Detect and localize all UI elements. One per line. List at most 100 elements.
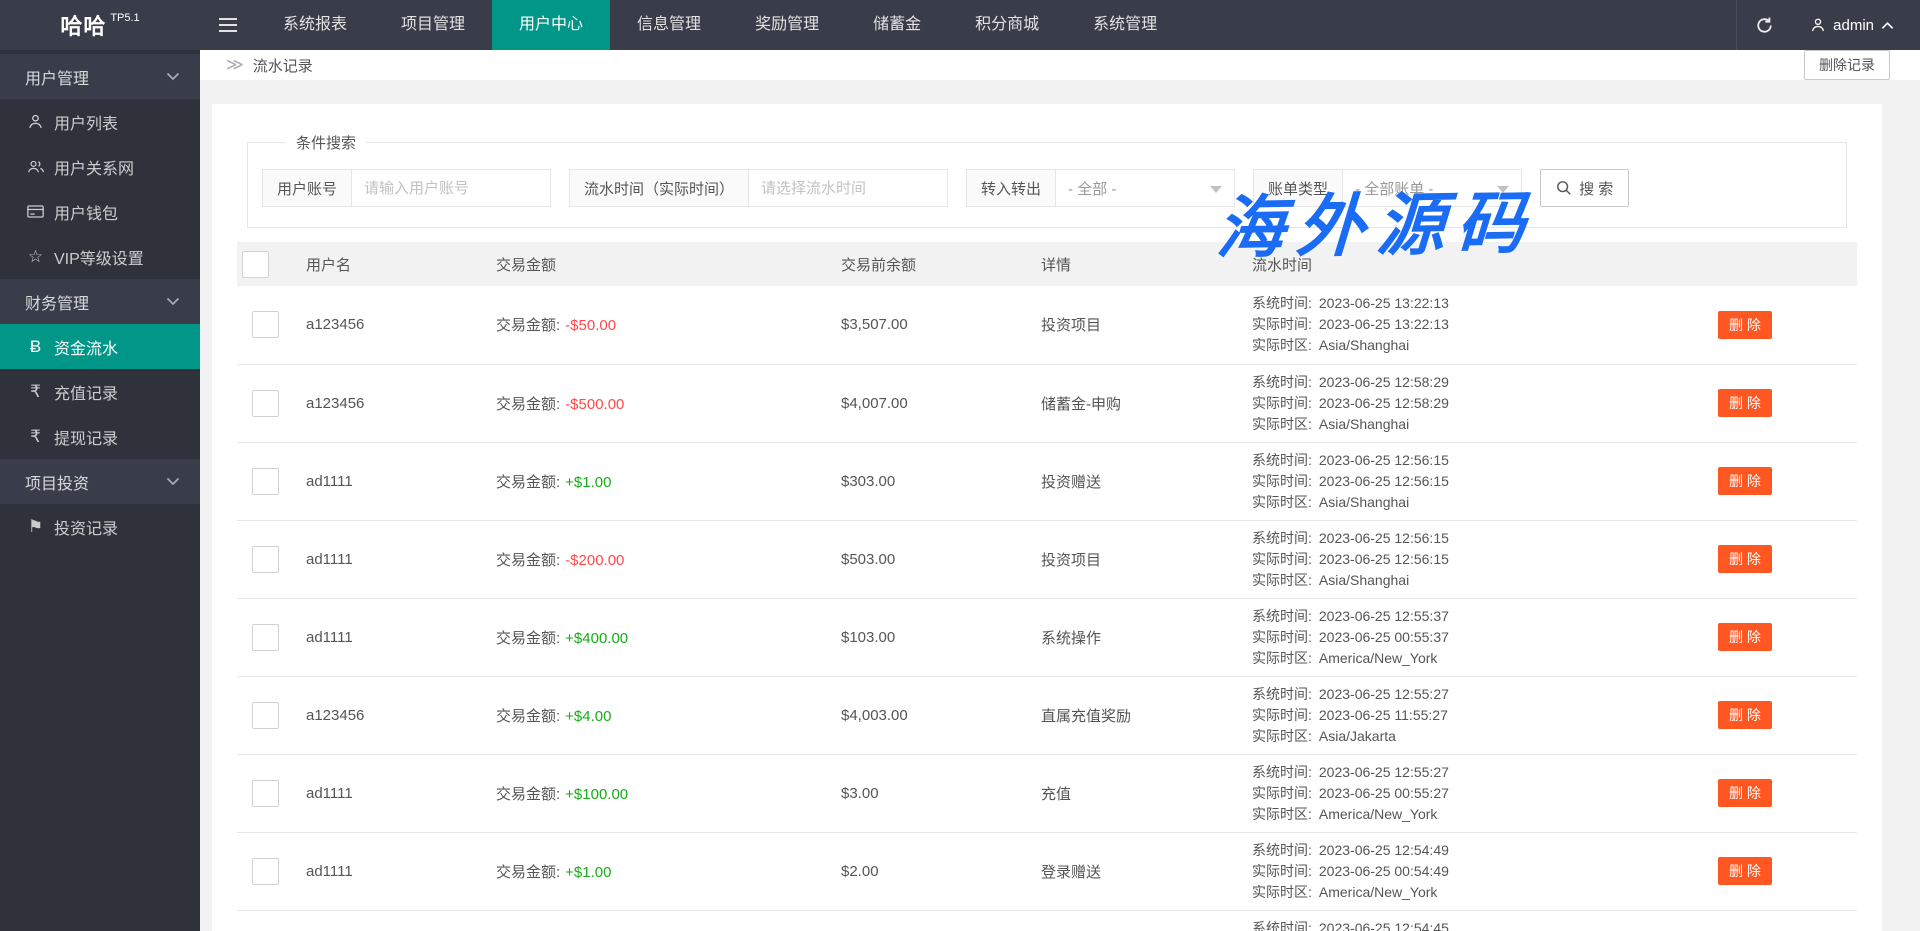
- timezone-label: 实际时区:: [1252, 728, 1312, 744]
- nav-item-5[interactable]: 奖励管理: [728, 0, 846, 50]
- select-all-checkbox[interactable]: [242, 251, 269, 278]
- time-label: 流水时间（实际时间）: [569, 169, 748, 207]
- time-input[interactable]: [748, 169, 948, 207]
- delete-button[interactable]: 删 除: [1718, 701, 1772, 729]
- row-checkbox[interactable]: [252, 546, 279, 573]
- nav-item-7[interactable]: 积分商城: [948, 0, 1066, 50]
- sidebar-group-label: 项目投资: [25, 470, 166, 494]
- timezone-label: 实际时区:: [1252, 337, 1312, 353]
- nav-item-6[interactable]: 储蓄金: [846, 0, 948, 50]
- sidebar-group-title[interactable]: 用户管理: [0, 54, 200, 99]
- detail-cell: 直属充值奖励: [1026, 676, 1246, 754]
- sidebar-item[interactable]: ☆VIP等级设置: [0, 234, 200, 279]
- detail-cell: 系统操作: [1026, 598, 1246, 676]
- amount-prefix: 交易金额:: [496, 786, 560, 803]
- sidebar-group-label: 用户管理: [25, 65, 166, 89]
- sidebar-group-title[interactable]: 财务管理: [0, 279, 200, 324]
- real-time-label: 实际时间:: [1252, 863, 1312, 879]
- sys-time-value: 2023-06-25 12:55:37: [1319, 608, 1449, 624]
- balance-cell: $303.00: [826, 442, 1026, 520]
- real-time-label: 实际时间:: [1252, 473, 1312, 489]
- inout-select[interactable]: - 全部 -: [1055, 169, 1235, 207]
- sidebar-item[interactable]: 用户钱包: [0, 189, 200, 234]
- sidebar-item[interactable]: ₹充值记录: [0, 369, 200, 414]
- username-cell: ad1111: [291, 832, 481, 910]
- nav-item-1[interactable]: 系统报表: [256, 0, 374, 50]
- nav-item-2[interactable]: 项目管理: [374, 0, 492, 50]
- timezone-value: Asia/Shanghai: [1319, 337, 1409, 353]
- real-time-value: 2023-06-25 00:55:37: [1319, 629, 1449, 645]
- sidebar-item-label: 投资记录: [54, 515, 118, 539]
- bill-type-select[interactable]: - 全部账单 -: [1342, 169, 1522, 207]
- delete-button[interactable]: 删 除: [1718, 623, 1772, 651]
- sidebar-item[interactable]: ⚑投资记录: [0, 504, 200, 549]
- table-row: a123456 交易金额:+$4.00 $4,003.00 直属充值奖励 系统时…: [237, 676, 1857, 754]
- sidebar-item-label: 充值记录: [54, 380, 118, 404]
- main-area: ≫ 流水记录 删除记录 条件搜索 用户账号 流水时间（实际时间） 转入转: [200, 50, 1920, 931]
- sidebar-item[interactable]: Ƀ资金流水: [0, 324, 200, 369]
- col-header-detail: 详情: [1026, 242, 1246, 286]
- amount-value: -$500.00: [565, 396, 624, 413]
- username-cell: a123456: [291, 364, 481, 442]
- nav-item-3[interactable]: 用户中心: [492, 0, 610, 50]
- search-button[interactable]: 搜 索: [1540, 169, 1629, 207]
- delete-button[interactable]: 删 除: [1718, 779, 1772, 807]
- time-cell: 系统时间:2023-06-25 12:55:37 实际时间:2023-06-25…: [1246, 598, 1701, 676]
- row-checkbox[interactable]: [252, 390, 279, 417]
- delete-records-button[interactable]: 删除记录: [1804, 50, 1890, 80]
- logo-text: 哈哈: [60, 9, 106, 41]
- detail-cell: 登录赠送: [1026, 832, 1246, 910]
- account-input[interactable]: [351, 169, 551, 207]
- col-header-operation: [1701, 242, 1857, 286]
- balance-cell: $4,007.00: [826, 364, 1026, 442]
- sidebar-menu: 用户管理用户列表用户关系网用户钱包☆VIP等级设置财务管理Ƀ资金流水₹充值记录₹…: [0, 54, 200, 549]
- delete-button[interactable]: 删 除: [1718, 389, 1772, 417]
- sidebar-item-label: 资金流水: [54, 335, 118, 359]
- sidebar-group-title[interactable]: 项目投资: [0, 459, 200, 504]
- wallet-icon: [26, 204, 45, 219]
- dropdown-arrow-icon: [1210, 186, 1222, 193]
- amount-value: -$200.00: [565, 552, 624, 569]
- refresh-icon[interactable]: [1736, 0, 1792, 50]
- delete-button[interactable]: 删 除: [1718, 467, 1772, 495]
- amount-value: +$400.00: [565, 630, 628, 647]
- breadcrumb: ≫ 流水记录 删除记录: [200, 50, 1920, 80]
- row-checkbox[interactable]: [252, 780, 279, 807]
- sys-time-value: 2023-06-25 12:54:45: [1319, 920, 1449, 931]
- row-checkbox[interactable]: [252, 311, 279, 338]
- sidebar-item-label: VIP等级设置: [54, 245, 144, 269]
- real-time-value: 2023-06-25 13:22:13: [1319, 316, 1449, 332]
- row-checkbox[interactable]: [252, 468, 279, 495]
- username-cell: ad1111: [291, 442, 481, 520]
- nav-item-4[interactable]: 信息管理: [610, 0, 728, 50]
- time-cell: 系统时间:2023-06-25 12:56:15 实际时间:2023-06-25…: [1246, 442, 1701, 520]
- topbar: 哈哈 TP5.1 系统报表项目管理用户中心信息管理奖励管理储蓄金积分商城系统管理…: [0, 0, 1920, 50]
- sys-time-value: 2023-06-25 12:54:49: [1319, 842, 1449, 858]
- balance-cell: $3.00: [826, 754, 1026, 832]
- row-checkbox[interactable]: [252, 624, 279, 651]
- balance-cell: $103.00: [826, 598, 1026, 676]
- sidebar-item[interactable]: 用户列表: [0, 99, 200, 144]
- delete-button[interactable]: 删 除: [1718, 311, 1772, 339]
- timezone-label: 实际时区:: [1252, 884, 1312, 900]
- chevron-down-icon: [166, 297, 180, 306]
- timezone-value: Asia/Jakarta: [1319, 728, 1396, 744]
- user-menu[interactable]: admin: [1792, 0, 1920, 50]
- real-time-value: 2023-06-25 00:54:49: [1319, 863, 1449, 879]
- amount-cell: 交易金额:-$500.00: [481, 364, 826, 442]
- delete-button[interactable]: 删 除: [1718, 857, 1772, 885]
- sidebar-item[interactable]: 用户关系网: [0, 144, 200, 189]
- timezone-value: America/New_York: [1319, 884, 1438, 900]
- amount-value: +$4.00: [565, 708, 611, 725]
- delete-button[interactable]: 删 除: [1718, 545, 1772, 573]
- sidebar-item[interactable]: ₹提现记录: [0, 414, 200, 459]
- amount-prefix: 交易金额:: [496, 552, 560, 569]
- row-checkbox[interactable]: [252, 702, 279, 729]
- hamburger-icon[interactable]: [200, 0, 256, 50]
- sidebar-item-label: 提现记录: [54, 425, 118, 449]
- balance-cell: $503.00: [826, 520, 1026, 598]
- nav-item-8[interactable]: 系统管理: [1066, 0, 1184, 50]
- row-checkbox[interactable]: [252, 858, 279, 885]
- amount-cell: 交易金额:+$400.00: [481, 598, 826, 676]
- col-header-user: 用户名: [291, 242, 481, 286]
